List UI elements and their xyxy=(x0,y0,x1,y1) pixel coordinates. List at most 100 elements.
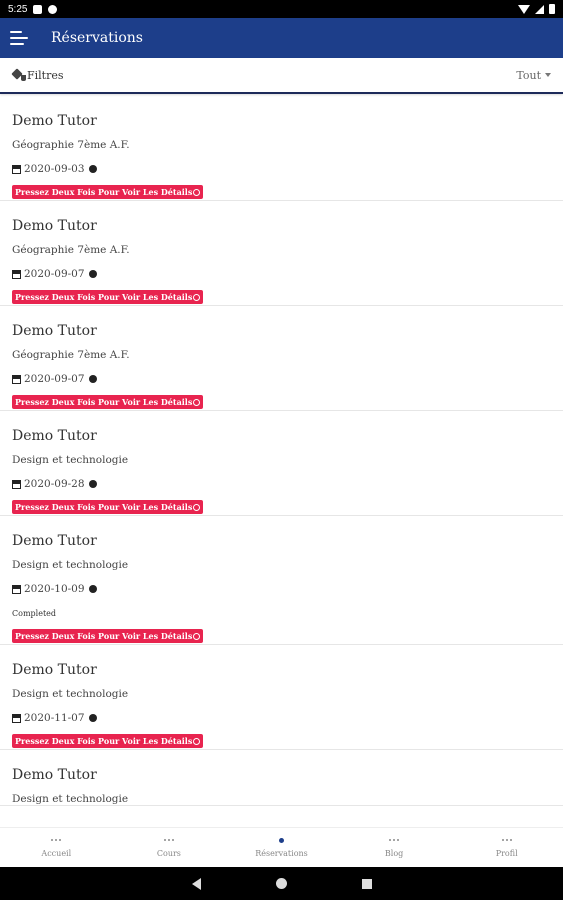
nav-item-reservations[interactable]: Réservations xyxy=(225,828,338,867)
reservation-item[interactable]: Demo Tutor Design et technologie 2020-11-… xyxy=(0,645,563,750)
tutor-name: Demo Tutor xyxy=(12,218,97,234)
wifi-icon xyxy=(518,4,530,14)
app-bar: Réservations xyxy=(0,18,563,58)
reservation-date: 2020-11-07 xyxy=(24,712,85,724)
view-details-badge[interactable]: Pressez Deux Fois Pour Voir Les Détails xyxy=(12,185,204,199)
filters-label: Filtres xyxy=(27,68,64,82)
reservation-date-row: 2020-09-03 xyxy=(12,163,551,175)
course-subject: Design et technologie xyxy=(12,454,129,466)
reservation-date: 2020-09-28 xyxy=(24,478,85,490)
course-subject: Géographie 7ème A.F. xyxy=(12,349,130,361)
nav-label: Cours xyxy=(156,849,181,858)
reservation-date-row: 2020-09-28 xyxy=(12,478,551,490)
reservation-item[interactable]: Demo Tutor Géographie 7ème A.F. 2020-09-0… xyxy=(0,96,563,201)
course-subject: Design et technologie xyxy=(12,559,129,571)
nav-item-blog[interactable]: Blog xyxy=(338,828,451,867)
nav-item-accueil[interactable]: Accueil xyxy=(0,828,113,867)
nav-label: Réservations xyxy=(255,849,308,858)
calendar-icon xyxy=(12,374,21,384)
clock-icon xyxy=(88,480,97,488)
signal-icon xyxy=(535,4,544,14)
reservation-date-row: 2020-09-07 xyxy=(12,373,551,385)
nav-label: Accueil xyxy=(41,849,72,858)
course-subject: Géographie 7ème A.F. xyxy=(12,139,130,151)
reservation-date: 2020-09-07 xyxy=(24,268,85,280)
clock-icon xyxy=(88,714,97,722)
system-navigation-bar xyxy=(0,867,563,900)
view-details-label: Pressez Deux Fois Pour Voir Les Détails xyxy=(15,397,193,407)
reservations-list[interactable]: Demo Tutor Géographie 7ème A.F. 2020-09-0… xyxy=(0,96,563,826)
status-time: 5:25 xyxy=(8,3,28,15)
reservation-item[interactable]: Demo Tutor Design et technologie 2020-10-… xyxy=(0,516,563,645)
touch-icon xyxy=(193,188,201,196)
reservation-item[interactable]: Demo Tutor Géographie 7ème A.F. 2020-09-0… xyxy=(0,201,563,306)
touch-icon xyxy=(193,398,201,406)
clock-icon xyxy=(88,270,97,278)
nav-item-cours[interactable]: Cours xyxy=(113,828,226,867)
tutor-name: Demo Tutor xyxy=(12,113,97,129)
nav-label: Profil xyxy=(495,849,518,858)
view-details-badge[interactable]: Pressez Deux Fois Pour Voir Les Détails xyxy=(12,395,204,409)
status-filter-select[interactable]: Tout xyxy=(516,69,551,82)
reservation-date: 2020-09-07 xyxy=(24,373,85,385)
touch-icon xyxy=(193,503,201,511)
home-icon[interactable] xyxy=(275,878,287,889)
dnd-icon xyxy=(48,4,58,14)
status-bar: 5:25 xyxy=(0,0,563,18)
view-details-badge[interactable]: Pressez Deux Fois Pour Voir Les Détails xyxy=(12,290,204,304)
reservation-item[interactable]: Demo Tutor Design et technologie 2020-09-… xyxy=(0,411,563,516)
nav-dots-icon xyxy=(389,837,400,843)
reservation-date-row: 2020-10-09 xyxy=(12,583,551,595)
view-details-badge[interactable]: Pressez Deux Fois Pour Voir Les Détails xyxy=(12,734,204,748)
filter-bar: Filtres Tout xyxy=(0,58,563,94)
calendar-icon xyxy=(12,584,21,594)
tutor-name: Demo Tutor xyxy=(12,533,97,549)
reservation-date-row: 2020-11-07 xyxy=(12,712,551,724)
touch-icon xyxy=(193,293,201,301)
notification-icon xyxy=(33,4,43,14)
tutor-name: Demo Tutor xyxy=(12,767,97,783)
calendar-icon xyxy=(12,713,21,723)
calendar-icon xyxy=(12,269,21,279)
calendar-icon xyxy=(12,479,21,489)
nav-item-profil[interactable]: Profil xyxy=(450,828,563,867)
view-details-badge[interactable]: Pressez Deux Fois Pour Voir Les Détails xyxy=(12,500,204,514)
tutor-name: Demo Tutor xyxy=(12,662,97,678)
reservation-date: 2020-10-09 xyxy=(24,583,85,595)
view-details-label: Pressez Deux Fois Pour Voir Les Détails xyxy=(15,292,193,302)
view-details-label: Pressez Deux Fois Pour Voir Les Détails xyxy=(15,736,193,746)
clock-icon xyxy=(88,585,97,593)
reservation-date-row: 2020-09-07 xyxy=(12,268,551,280)
status-filter-value: Tout xyxy=(516,68,541,82)
clock-icon xyxy=(88,165,97,173)
clock-icon xyxy=(88,375,97,383)
view-details-label: Pressez Deux Fois Pour Voir Les Détails xyxy=(15,631,193,641)
view-details-badge[interactable]: Pressez Deux Fois Pour Voir Les Détails xyxy=(12,629,204,643)
bottom-navigation: Accueil Cours Réservations Blog Profil xyxy=(0,827,563,867)
reservation-item[interactable]: Demo Tutor Géographie 7ème A.F. 2020-09-0… xyxy=(0,306,563,411)
tutor-name: Demo Tutor xyxy=(12,323,97,339)
menu-icon[interactable] xyxy=(10,31,28,45)
reservation-date: 2020-09-03 xyxy=(24,163,85,175)
view-details-label: Pressez Deux Fois Pour Voir Les Détails xyxy=(15,187,193,197)
course-subject: Design et technologie xyxy=(12,793,129,805)
tutor-name: Demo Tutor xyxy=(12,428,97,444)
nav-dots-icon xyxy=(51,837,62,843)
course-subject: Géographie 7ème A.F. xyxy=(12,244,130,256)
calendar-icon xyxy=(12,164,21,174)
tag-icon xyxy=(12,69,26,81)
back-icon[interactable] xyxy=(191,877,201,890)
page-title: Réservations xyxy=(51,30,143,46)
nav-dots-icon xyxy=(163,837,174,843)
reservation-status: Completed xyxy=(12,609,57,618)
filters-button[interactable]: Filtres xyxy=(12,69,64,82)
view-details-label: Pressez Deux Fois Pour Voir Les Détails xyxy=(15,502,193,512)
battery-icon xyxy=(549,4,555,14)
recent-apps-icon[interactable] xyxy=(361,878,372,889)
chevron-down-icon xyxy=(545,73,551,77)
nav-dots-icon xyxy=(501,837,512,843)
touch-icon xyxy=(193,632,201,640)
active-indicator-icon xyxy=(278,837,284,843)
reservation-item[interactable]: Demo Tutor Design et technologie xyxy=(0,750,563,806)
nav-label: Blog xyxy=(384,849,404,858)
